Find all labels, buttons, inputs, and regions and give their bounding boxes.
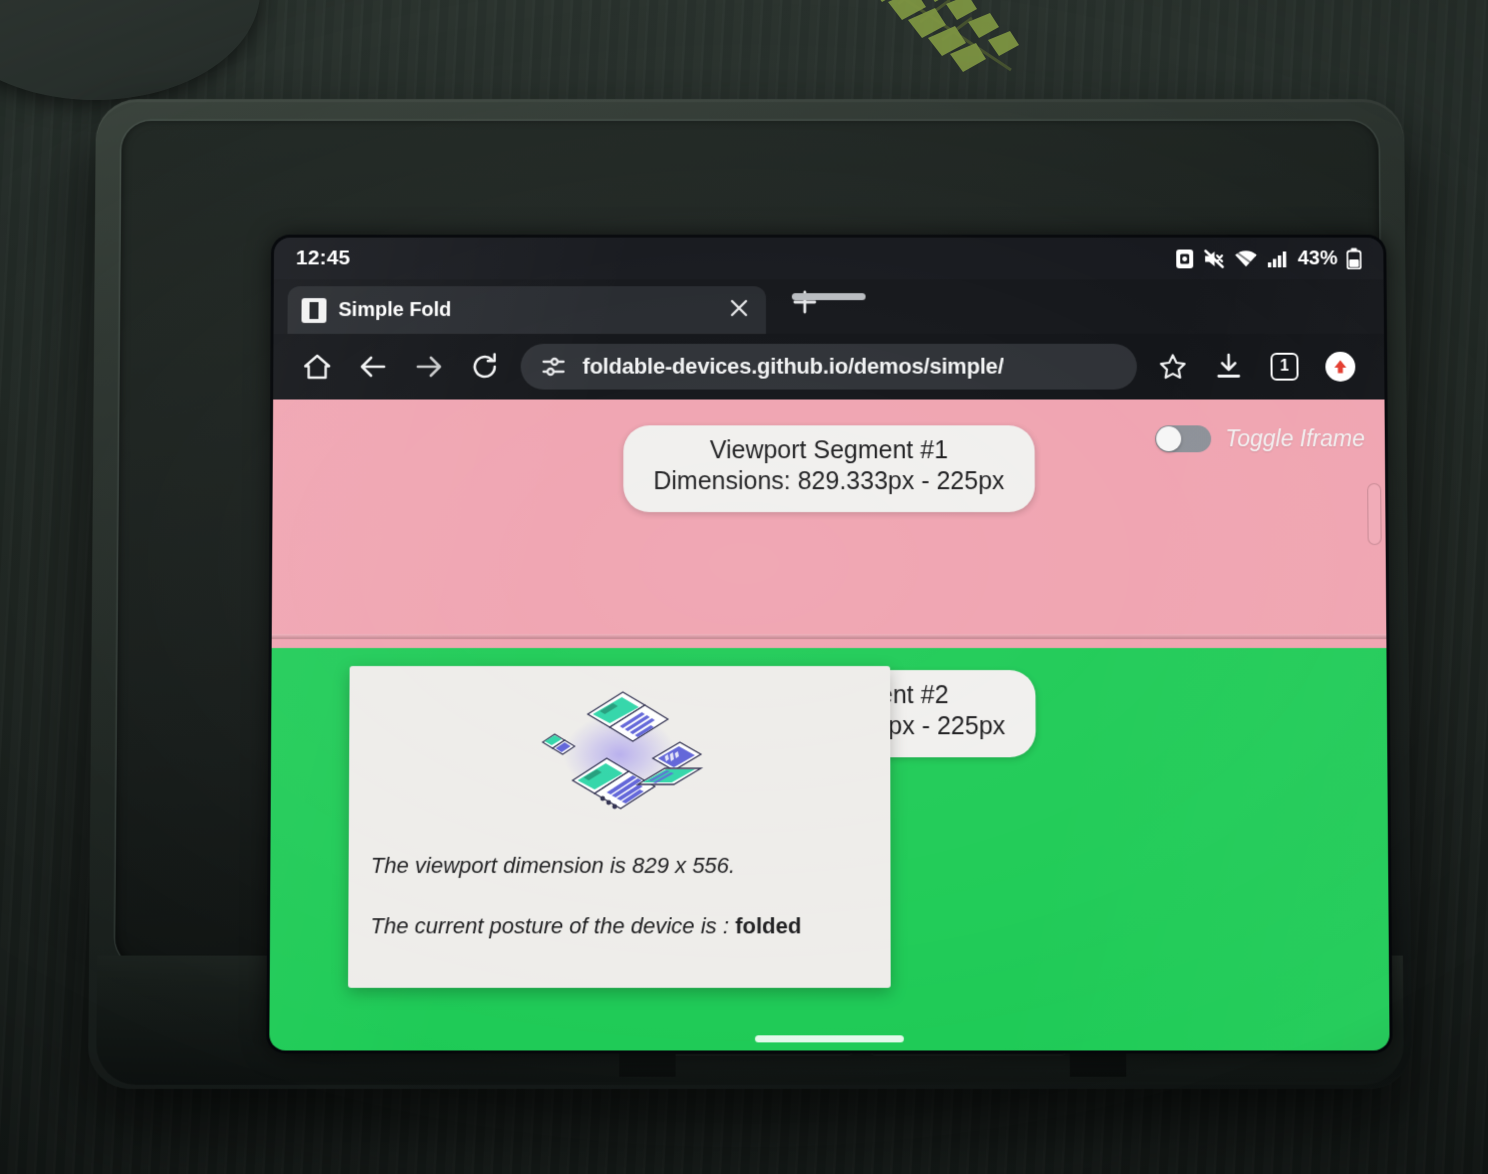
battery-icon bbox=[1346, 248, 1361, 270]
status-icons: 43% bbox=[1175, 247, 1361, 270]
close-tab-icon[interactable] bbox=[726, 295, 752, 326]
battery-percent-label: 43% bbox=[1297, 247, 1338, 269]
foldable-devices-illustration-icon bbox=[349, 666, 891, 847]
tune-icon[interactable] bbox=[541, 354, 567, 380]
viewport-dimension-text: The viewport dimension is 829 x 556. bbox=[370, 852, 736, 878]
android-status-bar: 12:45 43% bbox=[273, 237, 1384, 280]
segment-1-info-pill: Viewport Segment #1 Dimensions: 829.333p… bbox=[623, 425, 1035, 512]
window-drag-handle[interactable] bbox=[791, 293, 866, 301]
web-page-content: Viewport Segment #1 Dimensions: 829.333p… bbox=[269, 399, 1390, 1051]
segment-1-title: Viewport Segment #1 bbox=[709, 436, 948, 465]
address-bar[interactable]: foldable-devices.github.io/demos/simple/ bbox=[520, 343, 1138, 390]
status-clock: 12:45 bbox=[295, 246, 351, 270]
posture-text: The current posture of the device is : f… bbox=[348, 914, 890, 941]
posture-value: folded bbox=[735, 913, 802, 939]
viewport-segment-2: Viewport Segment #2 Dimensions: 829.333p… bbox=[269, 648, 1390, 1051]
download-icon[interactable] bbox=[1201, 339, 1257, 395]
chrome-tab-strip: Simple Fold bbox=[273, 279, 1384, 334]
reload-icon[interactable] bbox=[457, 339, 513, 395]
screen-record-icon bbox=[1176, 249, 1194, 268]
fern-plant-frond bbox=[880, 0, 1019, 72]
back-arrow-icon[interactable] bbox=[345, 339, 401, 395]
browser-tab[interactable]: Simple Fold bbox=[287, 286, 766, 334]
cellular-signal-icon bbox=[1267, 251, 1287, 267]
page-scrollbar-thumb[interactable] bbox=[1367, 483, 1382, 546]
home-icon[interactable] bbox=[289, 339, 345, 395]
toggle-iframe-switch[interactable] bbox=[1155, 425, 1212, 453]
simple-fold-favicon-icon bbox=[301, 297, 327, 323]
viewport-segment-1: Viewport Segment #1 Dimensions: 829.333p… bbox=[271, 399, 1387, 649]
toggle-knob bbox=[1156, 426, 1182, 452]
toggle-iframe-control[interactable]: Toggle Iframe bbox=[1155, 425, 1365, 453]
url-text: foldable-devices.github.io/demos/simple/ bbox=[582, 353, 1004, 379]
gesture-navigation-pill[interactable] bbox=[755, 1035, 904, 1043]
mute-icon bbox=[1203, 248, 1225, 269]
round-coaster-object bbox=[0, 0, 260, 100]
star-icon[interactable] bbox=[1145, 339, 1201, 395]
forward-arrow-icon bbox=[401, 339, 457, 395]
toggle-iframe-label: Toggle Iframe bbox=[1225, 425, 1365, 452]
device-screen: 12:45 43% Simple Fold foldable-devices.g… bbox=[269, 237, 1390, 1051]
tab-title: Simple Fold bbox=[338, 298, 452, 321]
tab-switcher-button[interactable]: 1 bbox=[1256, 339, 1312, 395]
tab-count-label: 1 bbox=[1270, 352, 1299, 381]
chrome-toolbar: foldable-devices.github.io/demos/simple/… bbox=[273, 333, 1385, 400]
photo-scene: 12:45 43% Simple Fold foldable-devices.g… bbox=[0, 0, 1488, 1174]
new-tab-button[interactable] bbox=[788, 285, 822, 324]
posture-prefix: The current posture of the device is : bbox=[370, 913, 736, 939]
foldable-phone-case: 12:45 43% Simple Fold foldable-devices.g… bbox=[87, 99, 1413, 1089]
segment-1-dimensions: Dimensions: 829.333px - 225px bbox=[653, 467, 1005, 496]
wifi-icon bbox=[1234, 249, 1258, 268]
content-card: The viewport dimension is 829 x 556. The… bbox=[348, 666, 891, 988]
profile-update-icon[interactable] bbox=[1312, 339, 1368, 395]
